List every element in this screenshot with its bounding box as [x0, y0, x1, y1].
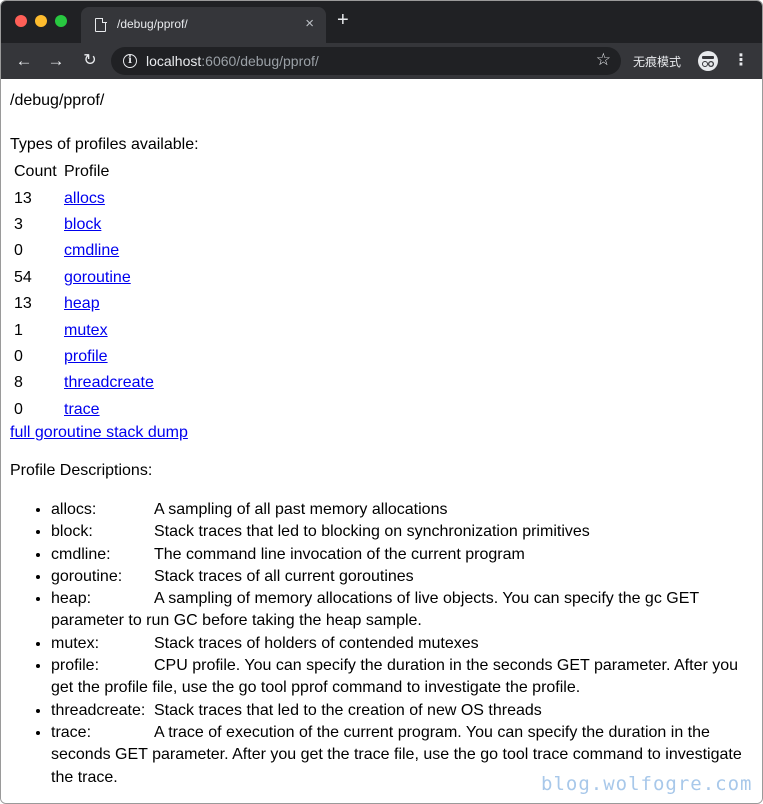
page-path-heading: /debug/pprof/ [10, 92, 105, 109]
description-text: Stack traces that led to blocking on syn… [154, 523, 590, 541]
info-icon[interactable]: i [123, 54, 137, 68]
profile-count: 3 [14, 215, 23, 233]
profile-count: 0 [14, 400, 23, 418]
profiles-table: Count Profile 13 allocs 3 block 0 cmdline 5… [11, 158, 157, 424]
profile-count: 13 [14, 295, 32, 313]
table-row: 8 threadcreate [13, 371, 155, 395]
profile-link-heap[interactable]: heap [64, 295, 100, 312]
table-header-row: Count Profile [13, 160, 155, 184]
table-row: 13 heap [13, 292, 155, 316]
table-row: 13 allocs [13, 186, 155, 210]
list-item: profile:CPU profile. You can specify the… [51, 655, 756, 700]
browser-toolbar: ← → ↻ i localhost:6060/debug/pprof/ ☆ 无痕… [1, 43, 762, 79]
back-icon[interactable]: ← [13, 50, 35, 72]
profile-link-cmdline[interactable]: cmdline [64, 242, 119, 259]
description-text: Stack traces of holders of contended mut… [154, 634, 479, 652]
tab-strip: /debug/pprof/ × + [1, 1, 762, 43]
active-tab[interactable]: /debug/pprof/ × [81, 7, 326, 43]
list-item: allocs: A sampling of all past memory all… [51, 499, 756, 521]
profile-link-trace[interactable]: trace [64, 401, 100, 418]
description-name: goroutine: [51, 567, 123, 585]
reload-icon[interactable]: ↻ [79, 50, 101, 72]
profile-count: 13 [14, 189, 32, 207]
watermark: blog.wolfogre.com [541, 773, 753, 795]
types-heading: Types of profiles available: [10, 136, 199, 153]
description-name: block: [51, 523, 93, 541]
table-row: 0 trace [13, 398, 155, 422]
profile-count: 1 [14, 321, 23, 339]
maximize-window-button[interactable] [55, 15, 67, 27]
address-bar[interactable]: i localhost:6060/debug/pprof/ ☆ [111, 47, 621, 75]
profile-link-threadcreate[interactable]: threadcreate [64, 374, 154, 391]
profile-link-profile[interactable]: profile [64, 348, 108, 365]
profile-link-mutex[interactable]: mutex [64, 322, 108, 339]
incognito-icon[interactable] [698, 51, 718, 71]
list-item: threadcreate: Stack traces that led to th… [51, 700, 756, 722]
list-item: heap:A sampling of memory allocations of… [51, 588, 756, 633]
description-name: heap: [51, 590, 92, 608]
star-icon[interactable]: ☆ [596, 50, 611, 70]
profile-count: 8 [14, 374, 23, 392]
profile-count: 0 [14, 242, 23, 260]
incognito-label: 无痕模式 [633, 55, 682, 69]
description-name: mutex: [51, 634, 100, 652]
description-text: The command line invocation of the curre… [154, 545, 525, 563]
description-text: A sampling of all past memory allocation… [154, 501, 448, 518]
url-text[interactable]: localhost:6060/debug/pprof/ [146, 53, 319, 69]
full-goroutine-dump-link[interactable]: full goroutine stack dump [10, 423, 188, 443]
browser-window: /debug/pprof/ × + ← → ↻ i localhost:6060… [0, 0, 763, 804]
profile-link-allocs[interactable]: allocs [64, 190, 105, 207]
description-name: trace: [51, 723, 92, 741]
list-item: block: Stack traces that led to blocking … [51, 521, 756, 543]
page-content: /debug/pprof/ Types of profiles availabl… [1, 79, 762, 803]
count-header: Count [14, 163, 57, 181]
url-path: :6060/debug/pprof/ [201, 53, 319, 69]
description-name: threadcreate: [51, 701, 146, 719]
description-text: Stack traces that led to the creation of… [154, 701, 542, 719]
profile-count: 0 [14, 347, 23, 365]
table-row: 54 goroutine [13, 266, 155, 290]
profile-link-goroutine[interactable]: goroutine [64, 269, 131, 286]
description-text: Stack traces of all current goroutines [154, 567, 414, 585]
descriptions-heading: Profile Descriptions: [10, 462, 153, 479]
menu-icon[interactable]: ⋮ [733, 50, 749, 72]
profile-link-block[interactable]: block [64, 216, 101, 233]
description-name: profile: [51, 657, 100, 675]
description-text: CPU profile. You can specify the duratio… [51, 657, 739, 697]
profile-count: 54 [14, 268, 32, 286]
new-tab-button[interactable]: + [337, 10, 349, 30]
page-icon [95, 17, 107, 32]
forward-icon[interactable]: → [45, 50, 67, 72]
table-row: 0 profile [13, 345, 155, 369]
description-name: cmdline: [51, 545, 111, 563]
list-item: mutex: Stack traces of holders of contend… [51, 633, 756, 655]
table-row: 3 block [13, 213, 155, 237]
table-row: 0 cmdline [13, 239, 155, 263]
list-item: goroutine: Stack traces of all current go… [51, 566, 756, 588]
profile-descriptions-list: allocs: A sampling of all past memory all… [51, 499, 756, 789]
table-row: 1 mutex [13, 318, 155, 342]
description-name: allocs: [51, 501, 97, 518]
tab-title: /debug/pprof/ [117, 17, 188, 31]
list-item: cmdline: The command line invocation of t… [51, 544, 756, 566]
url-host: localhost [146, 53, 202, 69]
profile-header: Profile [64, 163, 110, 181]
minimize-window-button[interactable] [35, 15, 47, 27]
tab-close-icon[interactable]: × [305, 15, 314, 33]
close-window-button[interactable] [15, 15, 27, 27]
